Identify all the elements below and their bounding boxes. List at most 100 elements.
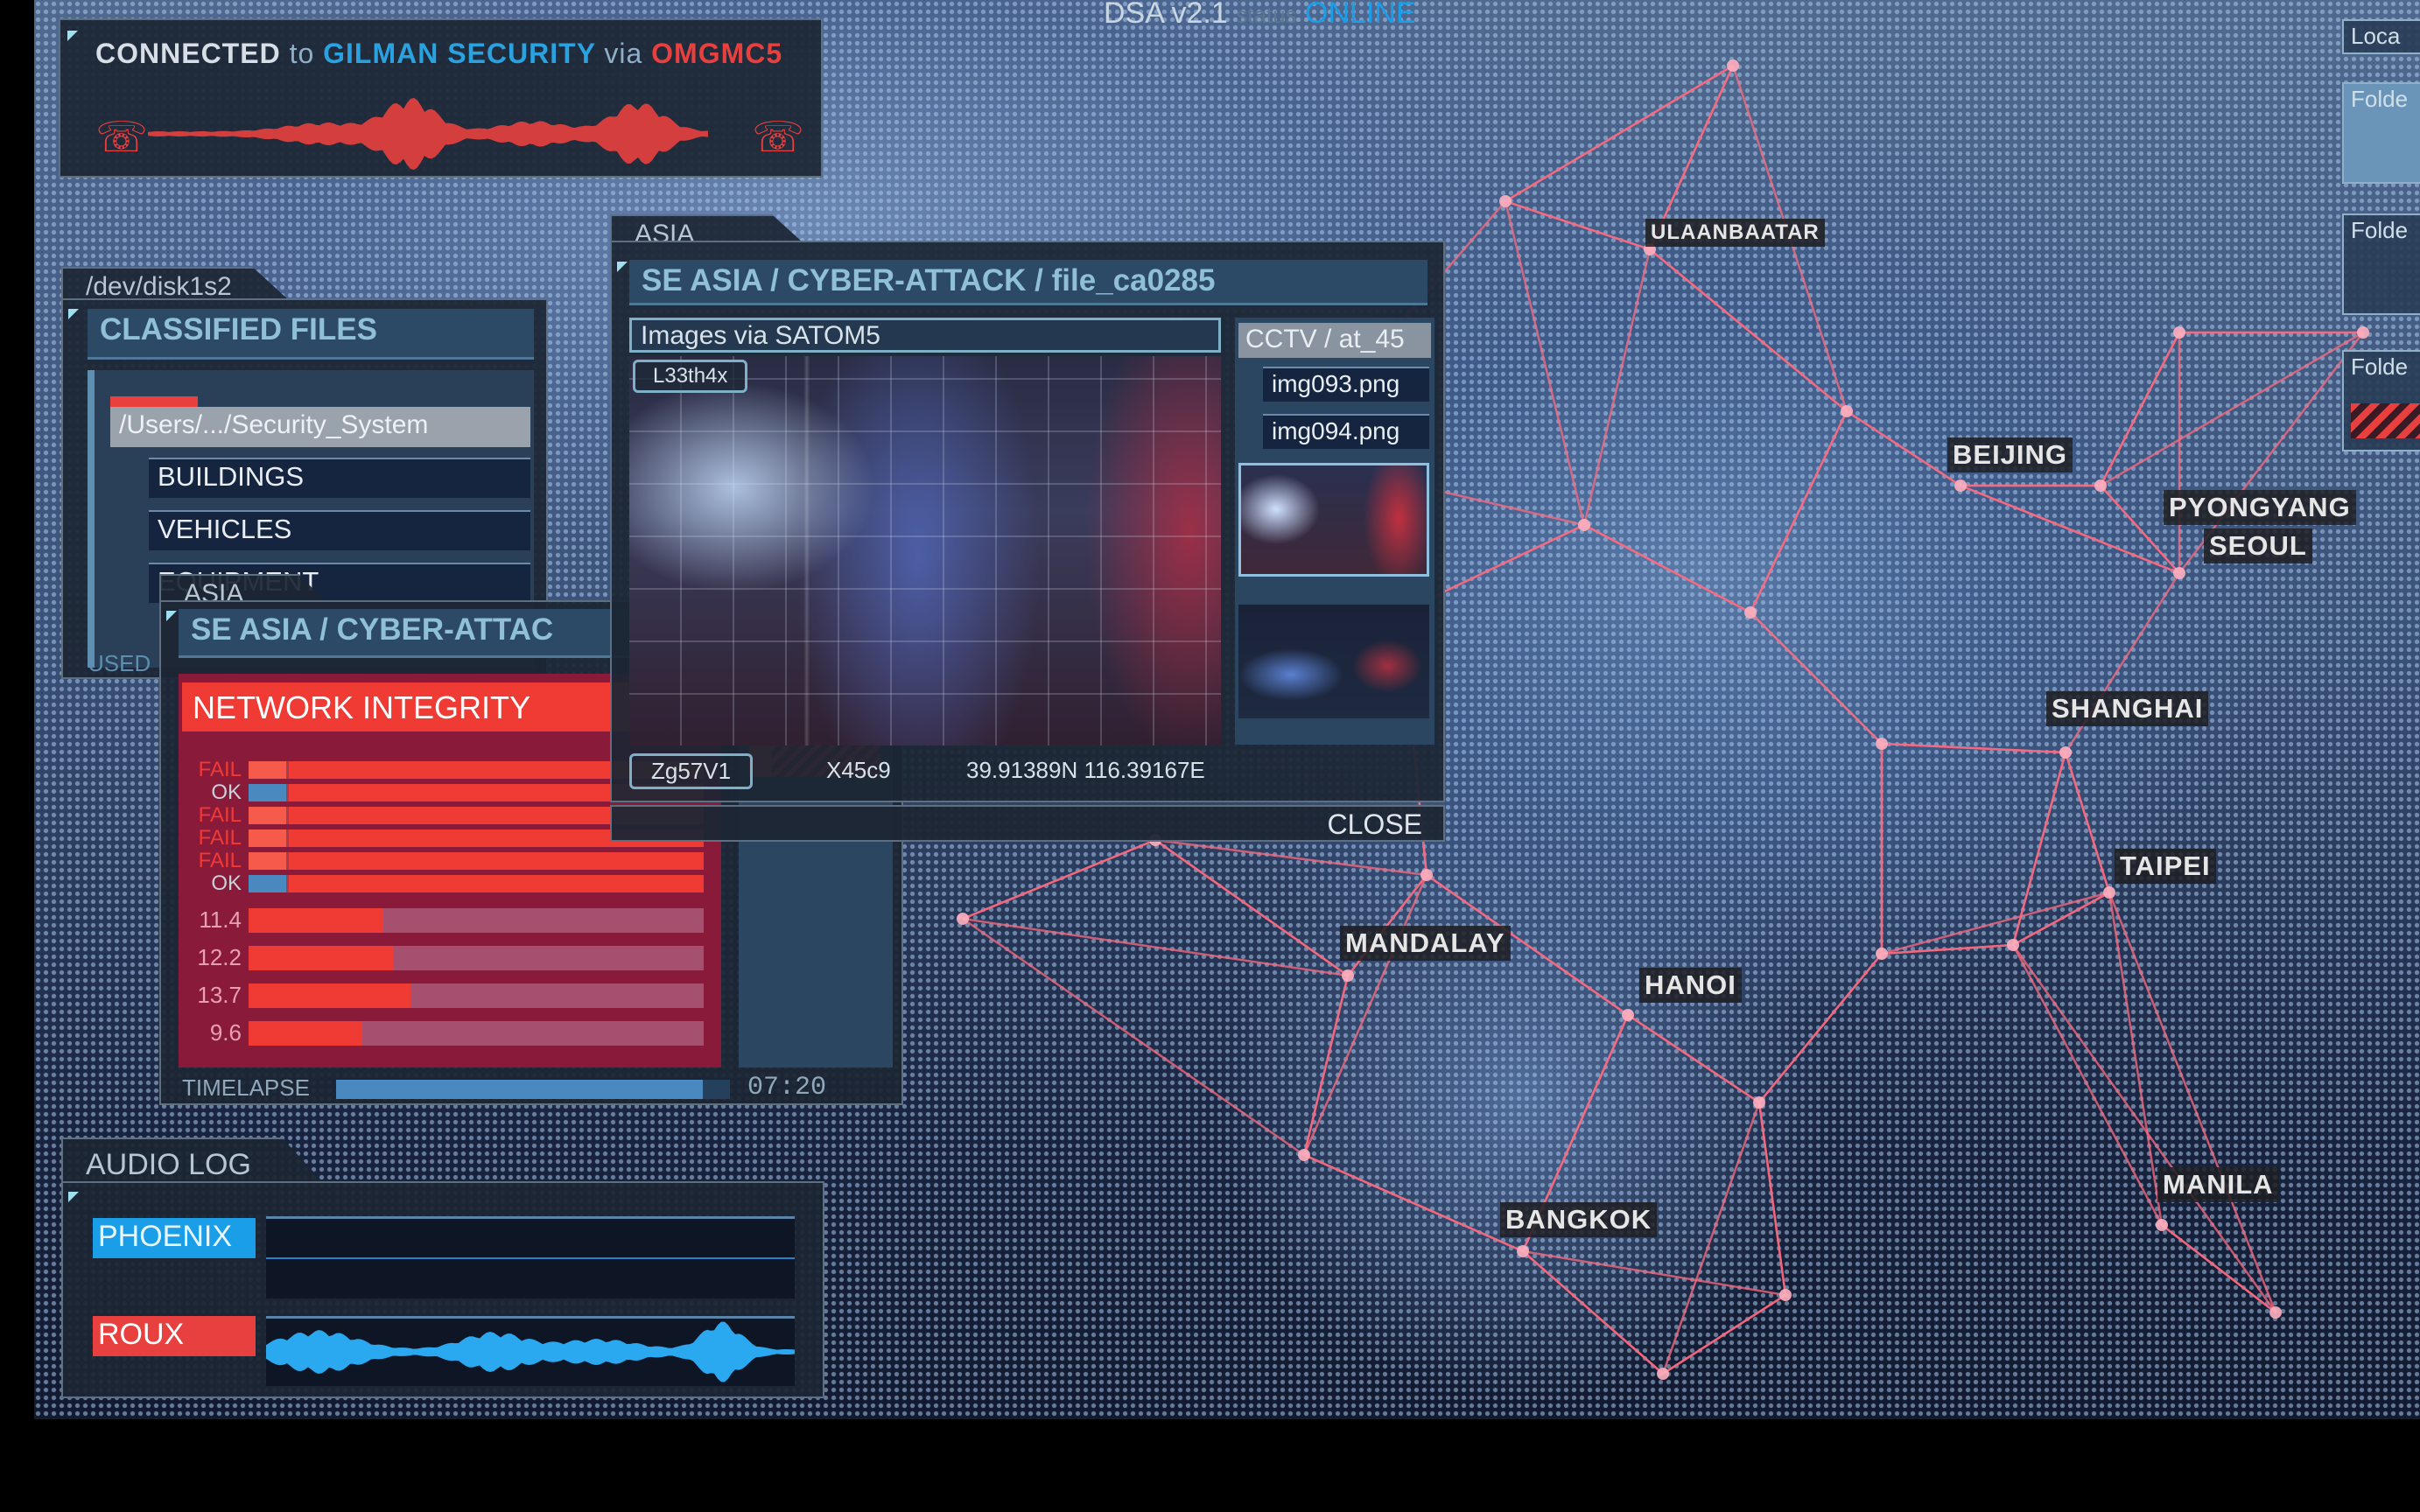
image-code: Zg57V1	[629, 753, 754, 789]
timelapse-slider[interactable]	[336, 1080, 730, 1099]
close-bar: CLOSE	[610, 805, 1445, 842]
network-node	[2059, 746, 2072, 759]
network-node	[2156, 1219, 2168, 1231]
roux-waveform	[266, 1316, 795, 1386]
viewer-tab[interactable]: ASIA	[610, 214, 803, 242]
folder-label: Folde	[2351, 354, 2409, 380]
folder-buildings[interactable]: BUILDINGS	[149, 458, 530, 498]
tab-label: /dev/disk1s2	[86, 272, 232, 301]
status-value: ONLINE	[1305, 0, 1416, 30]
city-label[interactable]: SHANGHAI	[2046, 691, 2209, 726]
thumbnail-2[interactable]	[1238, 605, 1429, 718]
connection-status: CONNECTED to GILMAN SECURITY via OMGMC5	[95, 38, 782, 70]
folder-3[interactable]: Folde	[2342, 350, 2420, 452]
network-link	[1758, 953, 1883, 1103]
via-label: via	[604, 38, 643, 69]
network-link	[962, 838, 1156, 920]
path-marker	[110, 396, 198, 407]
image-id: X45c9	[826, 757, 891, 783]
network-link	[1846, 410, 1961, 487]
usage-label: USED	[88, 650, 151, 676]
audio-title: AUDIO LOG	[86, 1148, 251, 1181]
network-link	[1627, 1013, 1760, 1104]
network-link	[1303, 1153, 1524, 1253]
network-link	[1505, 64, 1734, 203]
network-link	[1757, 1102, 1787, 1296]
city-label[interactable]: ULAANBAATAR	[1645, 219, 1825, 247]
signal-waveform: ☏ ☏	[95, 97, 804, 171]
city-label[interactable]: HANOI	[1639, 968, 1742, 1003]
network-node	[2173, 326, 2185, 339]
network-node	[1578, 519, 1590, 531]
folder-1[interactable]: Folde	[2342, 82, 2420, 184]
network-node	[1657, 1368, 1669, 1380]
network-link	[1505, 200, 1651, 251]
viewer-title: SE ASIA / CYBER-ATTACK / file_ca0285	[629, 260, 1427, 305]
network-link	[2064, 752, 2111, 893]
network-link	[2011, 752, 2067, 946]
network-node	[957, 913, 969, 925]
network-node	[1342, 970, 1354, 982]
image-source: Images via SATOM5	[629, 318, 1221, 353]
network-link	[1662, 1293, 1786, 1376]
target-name: GILMAN SECURITY	[323, 38, 596, 69]
network-node	[2173, 567, 2185, 579]
city-label[interactable]: MANDALAY	[1340, 926, 1511, 961]
track-roux[interactable]: ROUX	[93, 1316, 256, 1356]
main-image[interactable]: L33th4x	[629, 356, 1221, 746]
audio-tab: AUDIO LOG	[61, 1138, 324, 1183]
image-viewer-panel: SE ASIA / CYBER-ATTACK / file_ca0285 Ima…	[610, 241, 1445, 802]
network-node	[2269, 1306, 2282, 1319]
folder-2[interactable]: Folde	[2342, 214, 2420, 315]
network-node	[1954, 480, 1967, 492]
corner-marker	[68, 1192, 79, 1202]
track-phoenix[interactable]: PHOENIX	[93, 1218, 256, 1258]
status-label: OK	[211, 872, 242, 895]
network-link	[1749, 410, 1848, 613]
value-bar	[249, 908, 704, 933]
network-link	[1661, 1102, 1761, 1375]
close-button[interactable]: CLOSE	[1328, 808, 1422, 841]
network-link	[1881, 891, 2110, 956]
city-label[interactable]: PYONGYANG	[2164, 490, 2356, 525]
network-link	[1522, 1250, 1786, 1297]
network-tab[interactable]: ASIA	[159, 574, 326, 602]
image-tag: L33th4x	[633, 360, 748, 393]
corner-marker	[166, 611, 177, 621]
status-label: OK	[211, 780, 242, 804]
network-node	[1779, 1289, 1792, 1301]
city-label[interactable]: TAIPEI	[2115, 849, 2216, 884]
app-version: DSA v2.1	[1104, 0, 1228, 30]
channel-name: OMGMC5	[651, 38, 783, 69]
status-label: FAIL	[198, 803, 242, 827]
file-img094[interactable]: img094.png	[1263, 414, 1429, 449]
city-label[interactable]: BEIJING	[1947, 438, 2073, 472]
network-node	[2094, 480, 2107, 492]
phone-icon: ☏	[95, 115, 148, 161]
network-link	[1302, 874, 1428, 1156]
classified-tab[interactable]: /dev/disk1s2	[61, 267, 289, 300]
corner-marker	[68, 309, 79, 319]
folder-local[interactable]: Loca	[2342, 19, 2420, 54]
network-link	[1583, 523, 1751, 614]
timelapse-fill	[336, 1080, 703, 1099]
cctv-label: CCTV / at_45	[1238, 323, 1431, 358]
city-label[interactable]: SEOUL	[2204, 528, 2312, 564]
folder-label: Folde	[2351, 217, 2409, 243]
value-label: 12.2	[197, 944, 242, 970]
value-label: 13.7	[197, 982, 242, 1008]
city-label[interactable]: BANGKOK	[1500, 1202, 1658, 1237]
file-img093[interactable]: img093.png	[1263, 367, 1429, 402]
value-bar	[249, 946, 704, 970]
current-path[interactable]: /Users/.../Security_System	[110, 407, 530, 447]
status-label: FAIL	[198, 849, 242, 872]
audio-log-panel: PHOENIX ROUX	[61, 1181, 824, 1398]
connected-label: CONNECTED	[95, 38, 281, 69]
timelapse-time: 07:20	[747, 1073, 827, 1102]
network-link	[1649, 248, 1848, 412]
city-label[interactable]: MANILA	[2157, 1167, 2279, 1202]
folder-vehicles[interactable]: VEHICLES	[149, 510, 530, 550]
panel-title: CLASSIFIED FILES	[88, 309, 534, 360]
thumbnail-1[interactable]	[1238, 463, 1429, 577]
network-node	[1420, 869, 1433, 881]
